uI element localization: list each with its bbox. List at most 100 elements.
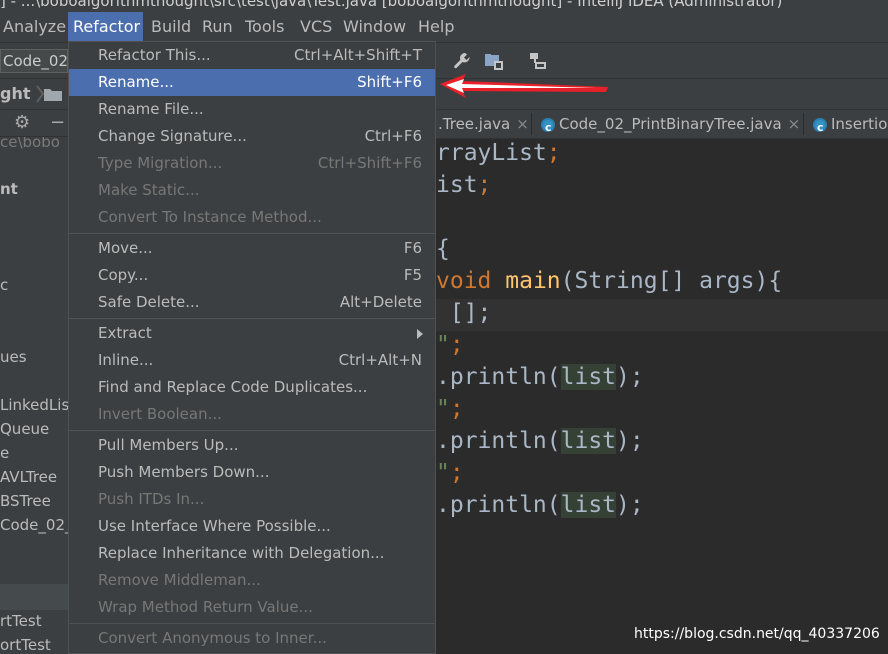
- menu-item-push-members-down[interactable]: Push Members Down...: [69, 459, 435, 486]
- menu-item-shortcut: F6: [403, 239, 422, 257]
- code-token: .println(: [436, 428, 561, 454]
- tab-insertion[interactable]: Insertio: [813, 110, 888, 142]
- breadcrumb-project[interactable]: ght: [0, 79, 31, 109]
- menu-item-change-signature[interactable]: Change Signature... Ctrl+F6: [69, 123, 435, 150]
- gear-icon[interactable]: ⚙: [14, 114, 30, 132]
- annotation-arrow-icon: [440, 74, 608, 98]
- menu-item-move[interactable]: Move... F6: [69, 235, 435, 262]
- tree-item[interactable]: AVLTree: [0, 468, 57, 486]
- menu-item-label: Invert Boolean...: [98, 405, 222, 423]
- tree-item[interactable]: nt: [0, 180, 18, 198]
- tab-label: Insertio: [831, 115, 888, 133]
- menu-item-replace-inheritance[interactable]: Replace Inheritance with Delegation...: [69, 540, 435, 567]
- menu-item-rename-file[interactable]: Rename File...: [69, 96, 435, 123]
- run-config-combo[interactable]: Code_02_: [0, 49, 68, 73]
- tree-item[interactable]: LinkedList: [0, 396, 68, 414]
- menu-item-convert-to-instance-method: Convert To Instance Method...: [69, 204, 435, 231]
- project-tree: ce\bobo nt c ues LinkedList Queue e AVLT…: [0, 137, 68, 654]
- menu-item-label: Wrap Method Return Value...: [98, 598, 313, 616]
- menu-item-label: Pull Members Up...: [98, 436, 239, 454]
- menu-item-inline[interactable]: Inline... Ctrl+Alt+N: [69, 347, 435, 374]
- code-editor[interactable]: rrayList; ist; { void main(String[] args…: [436, 139, 888, 654]
- menu-item-shortcut: Ctrl+Alt+N: [338, 351, 422, 369]
- menu-run[interactable]: Run: [197, 12, 238, 42]
- code-token: list: [560, 364, 617, 390]
- menu-item-type-migration: Type Migration... Ctrl+Shift+F6: [69, 150, 435, 177]
- code-token: ;: [449, 460, 464, 486]
- wrench-icon[interactable]: [452, 51, 472, 71]
- menu-item-find-replace-duplicates[interactable]: Find and Replace Code Duplicates...: [69, 374, 435, 401]
- code-line: ";: [436, 332, 464, 358]
- menu-item-remove-middleman: Remove Middleman...: [69, 567, 435, 594]
- menu-vcs[interactable]: VCS: [295, 12, 337, 42]
- menu-item-safe-delete[interactable]: Safe Delete... Alt+Delete: [69, 289, 435, 316]
- code-token: (String[] args){: [560, 268, 783, 294]
- menu-help[interactable]: Help: [413, 12, 459, 42]
- code-token: list: [560, 492, 617, 518]
- menu-item-label: Find and Replace Code Duplicates...: [98, 378, 368, 396]
- tree-item[interactable]: Code_02_: [0, 516, 68, 534]
- close-icon[interactable]: ×: [788, 115, 801, 133]
- code-line: rrayList;: [436, 140, 561, 166]
- menu-item-convert-anonymous: Convert Anonymous to Inner...: [69, 625, 435, 652]
- folder-icon[interactable]: [44, 87, 62, 101]
- tab-label: .Tree.java: [438, 115, 511, 133]
- menu-build[interactable]: Build: [146, 12, 196, 42]
- menu-item-label: Rename...: [98, 73, 174, 91]
- tree-item[interactable]: e: [0, 444, 9, 462]
- code-token: ;: [449, 332, 464, 358]
- tree-item[interactable]: c: [0, 276, 8, 294]
- tab-divider: [803, 113, 804, 135]
- tree-item[interactable]: rtTest: [0, 612, 42, 630]
- sdk-icon[interactable]: [528, 51, 548, 71]
- code-token: rrayList: [436, 140, 547, 166]
- java-class-icon: [813, 114, 827, 142]
- menu-item-shortcut: Ctrl+F6: [364, 127, 422, 145]
- menu-bar: Analyze Refactor Build Run Tools VCS Win…: [0, 12, 888, 43]
- code-line: ist;: [436, 172, 491, 198]
- tab-divider: [531, 113, 532, 135]
- menu-item-rename[interactable]: Rename... Shift+F6: [69, 69, 435, 96]
- menu-item-label: Push Members Down...: [98, 463, 270, 481]
- minimize-icon[interactable]: −: [50, 114, 65, 132]
- window-title-bar: ] - ...\boboalgorithmthought\src\test\ja…: [0, 0, 888, 12]
- menu-item-label: Make Static...: [98, 181, 200, 199]
- menu-tools[interactable]: Tools: [240, 12, 289, 42]
- tab-tree-java[interactable]: .Tree.java ×: [438, 110, 529, 138]
- project-structure-icon[interactable]: [484, 51, 504, 71]
- tree-item[interactable]: ues: [0, 348, 27, 366]
- code-token: );: [616, 364, 644, 390]
- window-title: ] - ...\boboalgorithmthought\src\test\ja…: [0, 0, 783, 10]
- tab-code-02-printbinarytree[interactable]: Code_02_PrintBinaryTree.java ×: [541, 110, 801, 142]
- menu-item-wrap-method-return: Wrap Method Return Value...: [69, 594, 435, 621]
- menu-item-pull-members-up[interactable]: Pull Members Up...: [69, 432, 435, 459]
- code-line: .println(list);: [436, 364, 644, 390]
- tree-item[interactable]: BSTree: [0, 492, 51, 510]
- refactor-menu: Refactor This... Ctrl+Alt+Shift+T Rename.…: [68, 41, 436, 654]
- tree-item[interactable]: Queue: [0, 420, 49, 438]
- breadcrumb-separator-icon: [36, 85, 44, 103]
- editor-tab-bar: .Tree.java × Code_02_PrintBinaryTree.java…: [436, 110, 888, 142]
- menu-separator: [69, 233, 435, 234]
- code-line: ";: [436, 460, 464, 486]
- menu-analyze[interactable]: Analyze: [0, 12, 71, 42]
- menu-item-label: Safe Delete...: [98, 293, 200, 311]
- menu-item-label: Inline...: [98, 351, 154, 369]
- watermark: https://blog.csdn.net/qq_40337206: [634, 626, 880, 642]
- menu-item-shortcut: Shift+F6: [357, 73, 422, 91]
- code-token: list: [560, 428, 617, 454]
- code-token: main: [505, 268, 561, 294]
- tree-item[interactable]: ortTest: [0, 636, 51, 654]
- menu-item-copy[interactable]: Copy... F5: [69, 262, 435, 289]
- menu-item-label: Change Signature...: [98, 127, 247, 145]
- close-icon[interactable]: ×: [516, 115, 529, 133]
- menu-item-label: Type Migration...: [98, 154, 223, 172]
- menu-item-refactor-this[interactable]: Refactor This... Ctrl+Alt+Shift+T: [69, 42, 435, 69]
- menu-item-extract[interactable]: Extract: [69, 320, 435, 347]
- menu-item-use-interface[interactable]: Use Interface Where Possible...: [69, 513, 435, 540]
- menu-window[interactable]: Window: [338, 12, 411, 42]
- project-path: ce\bobo: [0, 137, 60, 151]
- menu-item-label: Push ITDs In...: [98, 490, 205, 508]
- menu-refactor[interactable]: Refactor: [68, 12, 143, 42]
- code-token: ;: [546, 140, 561, 166]
